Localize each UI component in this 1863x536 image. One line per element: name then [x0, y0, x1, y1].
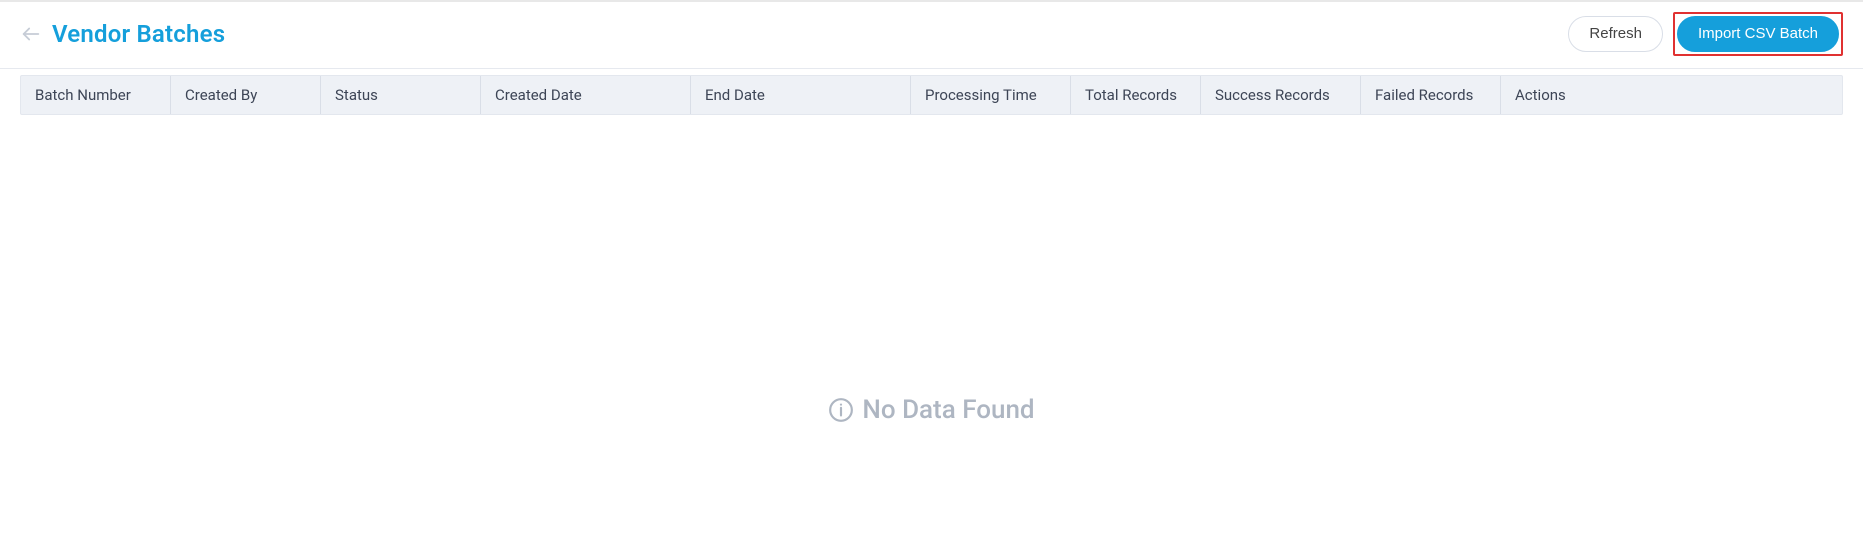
column-header-total-records[interactable]: Total Records — [1071, 76, 1201, 114]
header-left: Vendor Batches — [20, 20, 225, 48]
info-icon — [828, 397, 854, 423]
column-header-actions[interactable]: Actions — [1501, 76, 1842, 114]
refresh-button[interactable]: Refresh — [1568, 16, 1663, 52]
arrow-left-icon[interactable] — [20, 23, 42, 45]
empty-state-text: No Data Found — [862, 395, 1034, 425]
column-header-created-by[interactable]: Created By — [171, 76, 321, 114]
column-header-batch-number[interactable]: Batch Number — [21, 76, 171, 114]
page-title: Vendor Batches — [52, 20, 225, 48]
import-csv-batch-button[interactable]: Import CSV Batch — [1677, 16, 1839, 52]
column-header-success-records[interactable]: Success Records — [1201, 76, 1361, 114]
header-actions: Refresh Import CSV Batch — [1568, 12, 1843, 56]
column-header-status[interactable]: Status — [321, 76, 481, 114]
empty-state: No Data Found — [20, 115, 1843, 485]
table-header-row: Batch Number Created By Status Created D… — [20, 75, 1843, 115]
column-header-failed-records[interactable]: Failed Records — [1361, 76, 1501, 114]
page-header: Vendor Batches Refresh Import CSV Batch — [0, 0, 1863, 69]
column-header-created-date[interactable]: Created Date — [481, 76, 691, 114]
table-container: Batch Number Created By Status Created D… — [0, 75, 1863, 485]
import-highlight: Import CSV Batch — [1673, 12, 1843, 56]
column-header-end-date[interactable]: End Date — [691, 76, 911, 114]
column-header-processing-time[interactable]: Processing Time — [911, 76, 1071, 114]
